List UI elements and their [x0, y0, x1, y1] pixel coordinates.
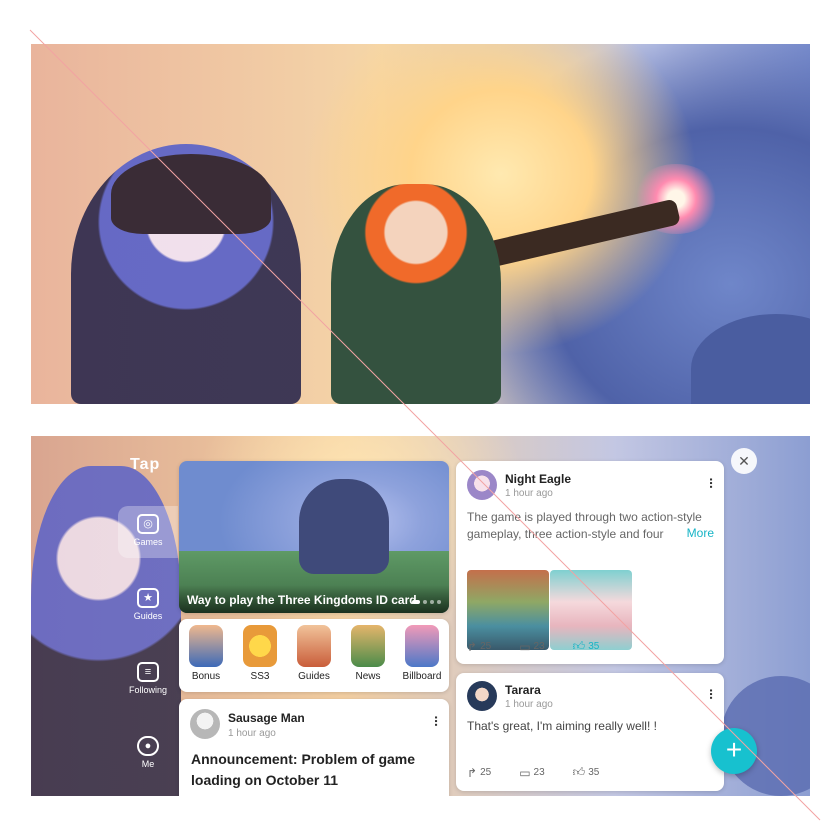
- sidebar-item-guides[interactable]: ★ Guides: [118, 580, 178, 632]
- post-actions: ↱ 25 ▭ 23 👍︎ 35: [467, 639, 627, 654]
- carousel-dot: [437, 600, 441, 604]
- post-image[interactable]: [467, 570, 549, 650]
- more-options-icon[interactable]: ···: [704, 478, 720, 489]
- thumbs-up-icon: 👍︎: [572, 765, 586, 779]
- quick-link-guides[interactable]: Guides: [290, 625, 338, 692]
- avatar[interactable]: [467, 681, 497, 711]
- post-image[interactable]: [550, 570, 632, 650]
- ss3-mascot-icon: [243, 625, 277, 667]
- guides-mascot-icon: [297, 625, 331, 667]
- quick-link-ss3[interactable]: SS3: [236, 625, 284, 692]
- close-button[interactable]: ✕: [731, 448, 757, 474]
- comment-button[interactable]: ▭ 23: [519, 639, 544, 654]
- quick-link-label: Billboard: [402, 671, 442, 682]
- banner-title: Way to play the Three Kingdoms ID card: [187, 593, 417, 607]
- post-time: 1 hour ago: [505, 488, 553, 499]
- sidebar-item-label: Me: [141, 759, 155, 769]
- post-headline[interactable]: Announcement: Problem of game loading on…: [191, 749, 436, 791]
- like-button[interactable]: 👍︎ 35: [573, 765, 600, 780]
- more-options-icon[interactable]: ···: [429, 716, 445, 727]
- post-author[interactable]: Sausage Man: [228, 711, 305, 725]
- carousel-indicator[interactable]: [412, 600, 441, 604]
- planet-shape: [691, 314, 810, 404]
- more-options-icon[interactable]: ···: [704, 689, 720, 700]
- banner-werewolf: [299, 479, 389, 574]
- quick-links: Bonus SS3 Guides News Billboard: [179, 619, 449, 692]
- quick-link-label: Bonus: [191, 671, 221, 682]
- create-post-fab[interactable]: +: [711, 728, 757, 774]
- share-count: 25: [480, 641, 492, 652]
- quick-link-billboard[interactable]: Billboard: [398, 625, 446, 692]
- comment-count: 23: [533, 767, 545, 778]
- like-count: 35: [588, 641, 600, 652]
- sidebar-item-label: Games: [133, 537, 163, 547]
- quick-link-news[interactable]: News: [344, 625, 392, 692]
- bonus-mascot-icon: [189, 625, 223, 667]
- like-button[interactable]: 👍︎ 35: [573, 639, 600, 654]
- quick-link-label: SS3: [250, 671, 270, 682]
- post-author[interactable]: Tarara: [505, 683, 541, 697]
- post-time: 1 hour ago: [228, 728, 276, 739]
- share-count: 25: [480, 767, 492, 778]
- post-card-tarara[interactable]: Tarara 1 hour ago ··· That's great, I'm …: [456, 673, 724, 791]
- like-count: 35: [588, 767, 600, 778]
- sidebar-item-label: Guides: [133, 611, 163, 621]
- app-logo: Tap: [130, 456, 161, 473]
- app-screen: Tap ◎ Games ★ Guides ≡ Following ● Me Wa…: [31, 436, 810, 796]
- carousel-dot: [412, 600, 420, 604]
- post-body: That's great, I'm aiming really well! !: [467, 719, 657, 733]
- post-time: 1 hour ago: [505, 699, 553, 710]
- share-button[interactable]: ↱ 25: [467, 765, 491, 780]
- avatar[interactable]: [467, 470, 497, 500]
- sidebar-item-me[interactable]: ● Me: [118, 728, 178, 780]
- post-author[interactable]: Night Eagle: [505, 472, 571, 486]
- quick-link-label: News: [355, 671, 381, 682]
- witch-hat: [111, 154, 271, 234]
- sidebar-item-label: Following: [128, 685, 168, 695]
- feed-icon: ≡: [137, 662, 159, 682]
- read-more-link[interactable]: More: [668, 526, 714, 540]
- person-icon: ●: [137, 736, 159, 756]
- sidebar: Tap ◎ Games ★ Guides ≡ Following ● Me: [118, 456, 178, 796]
- quick-link-label: Guides: [298, 671, 330, 682]
- news-mascot-icon: [351, 625, 385, 667]
- post-card-announcement[interactable]: Sausage Man 1 hour ago ··· Announcement:…: [179, 699, 449, 796]
- gamepad-icon: ◎: [137, 514, 159, 534]
- sidebar-item-following[interactable]: ≡ Following: [118, 654, 178, 706]
- featured-banner[interactable]: Way to play the Three Kingdoms ID card: [179, 461, 449, 613]
- billboard-mascot-icon: [405, 625, 439, 667]
- sidebar-item-games[interactable]: ◎ Games: [118, 506, 178, 558]
- hero-artwork: [31, 44, 810, 404]
- gunner-character: [331, 184, 501, 404]
- carousel-dot: [430, 600, 434, 604]
- comment-icon: ▭: [519, 765, 531, 780]
- star-card-icon: ★: [137, 588, 159, 608]
- comment-icon: ▭: [519, 639, 531, 654]
- comment-button[interactable]: ▭ 23: [519, 765, 544, 780]
- post-actions: ↱ 25 ▭ 23 👍︎ 35: [467, 765, 627, 780]
- post-card-night-eagle[interactable]: Night Eagle 1 hour ago ··· The game is p…: [456, 461, 724, 664]
- avatar[interactable]: [190, 709, 220, 739]
- quick-link-bonus[interactable]: Bonus: [182, 625, 230, 692]
- thumbs-up-icon: 👍︎: [572, 639, 586, 653]
- share-icon: ↱: [467, 639, 478, 654]
- share-icon: ↱: [467, 765, 478, 780]
- share-button[interactable]: ↱ 25: [467, 639, 491, 654]
- carousel-dot: [423, 600, 427, 604]
- comment-count: 23: [533, 641, 545, 652]
